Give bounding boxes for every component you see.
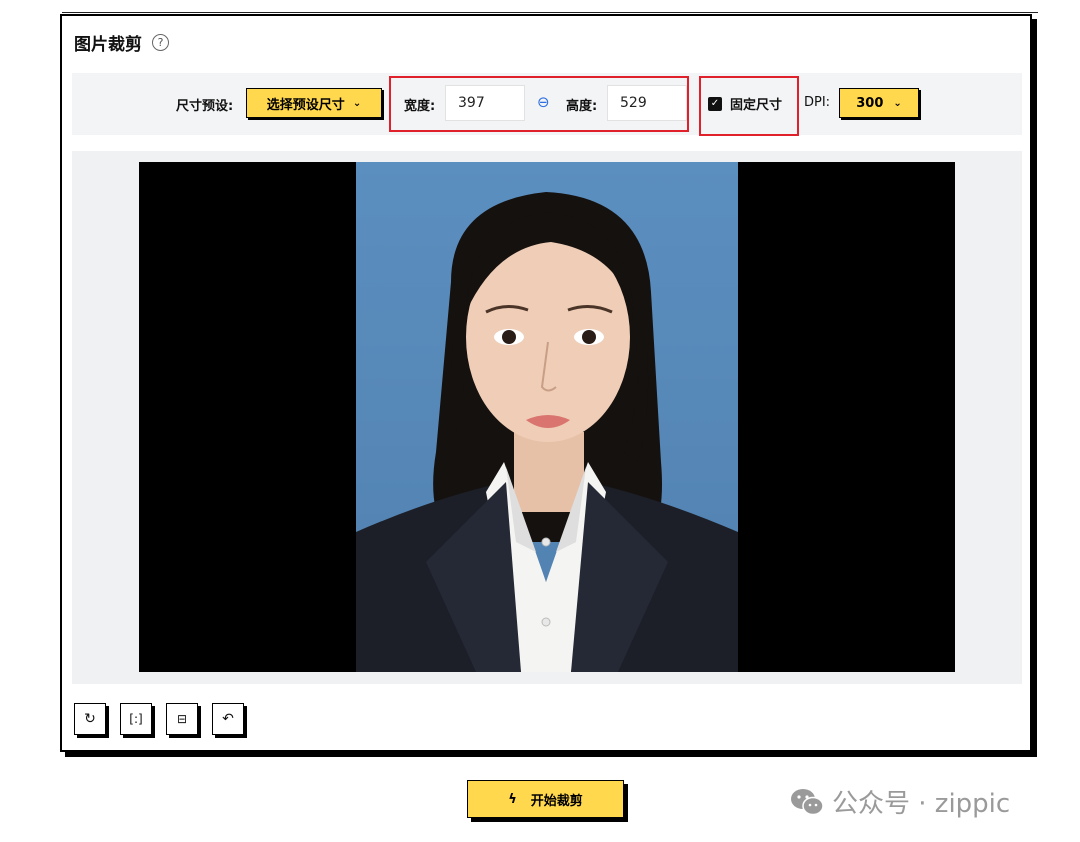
start-crop-button[interactable]: ϟ 开始裁剪: [467, 780, 624, 818]
card-header: 图片裁剪 ?: [74, 30, 169, 55]
size-preset-label: 尺寸预设:: [176, 99, 234, 114]
crop-toolbar: 尺寸预设: 选择预设尺寸 ⌄ 宽度: 397 ⊖ 高度: 529 ✓ 固定尺寸 …: [72, 73, 1022, 136]
flip-horizontal-icon: [:]: [129, 712, 143, 726]
lightning-icon: ϟ: [508, 791, 517, 807]
watermark: 公众号 · zippic: [790, 783, 1010, 820]
bottom-toolbar: ↻ [:] ⊟ ↶: [74, 703, 244, 735]
wechat-icon: [791, 788, 824, 815]
portrait-photo[interactable]: [356, 162, 738, 672]
crop-card: 图片裁剪 ? 尺寸预设: 选择预设尺寸 ⌄ 宽度: 397 ⊖ 高度: 529 …: [60, 14, 1032, 752]
width-input[interactable]: 397: [445, 85, 525, 121]
start-crop-label: 开始裁剪: [530, 793, 583, 809]
flip-vertical-icon: ⊟: [176, 712, 188, 726]
rotate-icon: ↻: [84, 711, 96, 727]
fixed-size-checkbox[interactable]: ✓ 固定尺寸: [708, 94, 782, 113]
dpi-dropdown[interactable]: 300 ⌄: [839, 88, 919, 118]
flip-vertical-button[interactable]: ⊟: [166, 703, 198, 735]
rotate-button[interactable]: ↻: [74, 703, 106, 735]
undo-button[interactable]: ↶: [212, 703, 244, 735]
card-title: 图片裁剪: [74, 35, 142, 55]
question-circle-icon[interactable]: ?: [152, 34, 169, 51]
size-preset-button-label: 选择预设尺寸: [266, 97, 345, 113]
flip-horizontal-button[interactable]: [:]: [120, 703, 152, 735]
height-label: 高度:: [566, 99, 598, 114]
undo-icon: ↶: [222, 711, 234, 727]
height-input[interactable]: 529: [607, 85, 687, 121]
portrait-illustration: [356, 192, 738, 672]
size-preset-dropdown[interactable]: 选择预设尺寸 ⌄: [246, 88, 382, 118]
watermark-text: 公众号 · zippic: [832, 789, 1011, 819]
chevron-down-icon: ⌄: [352, 97, 362, 109]
check-icon: ✓: [708, 96, 722, 111]
dpi-value: 300: [856, 95, 884, 111]
crop-canvas[interactable]: [72, 151, 1022, 684]
dpi-label: DPI:: [804, 95, 831, 110]
width-label: 宽度:: [404, 99, 436, 114]
chevron-down-icon: ⌄: [893, 97, 902, 109]
top-divider: [62, 12, 1038, 13]
link-icon[interactable]: ⊖: [537, 93, 550, 111]
fixed-size-label: 固定尺寸: [730, 98, 783, 113]
